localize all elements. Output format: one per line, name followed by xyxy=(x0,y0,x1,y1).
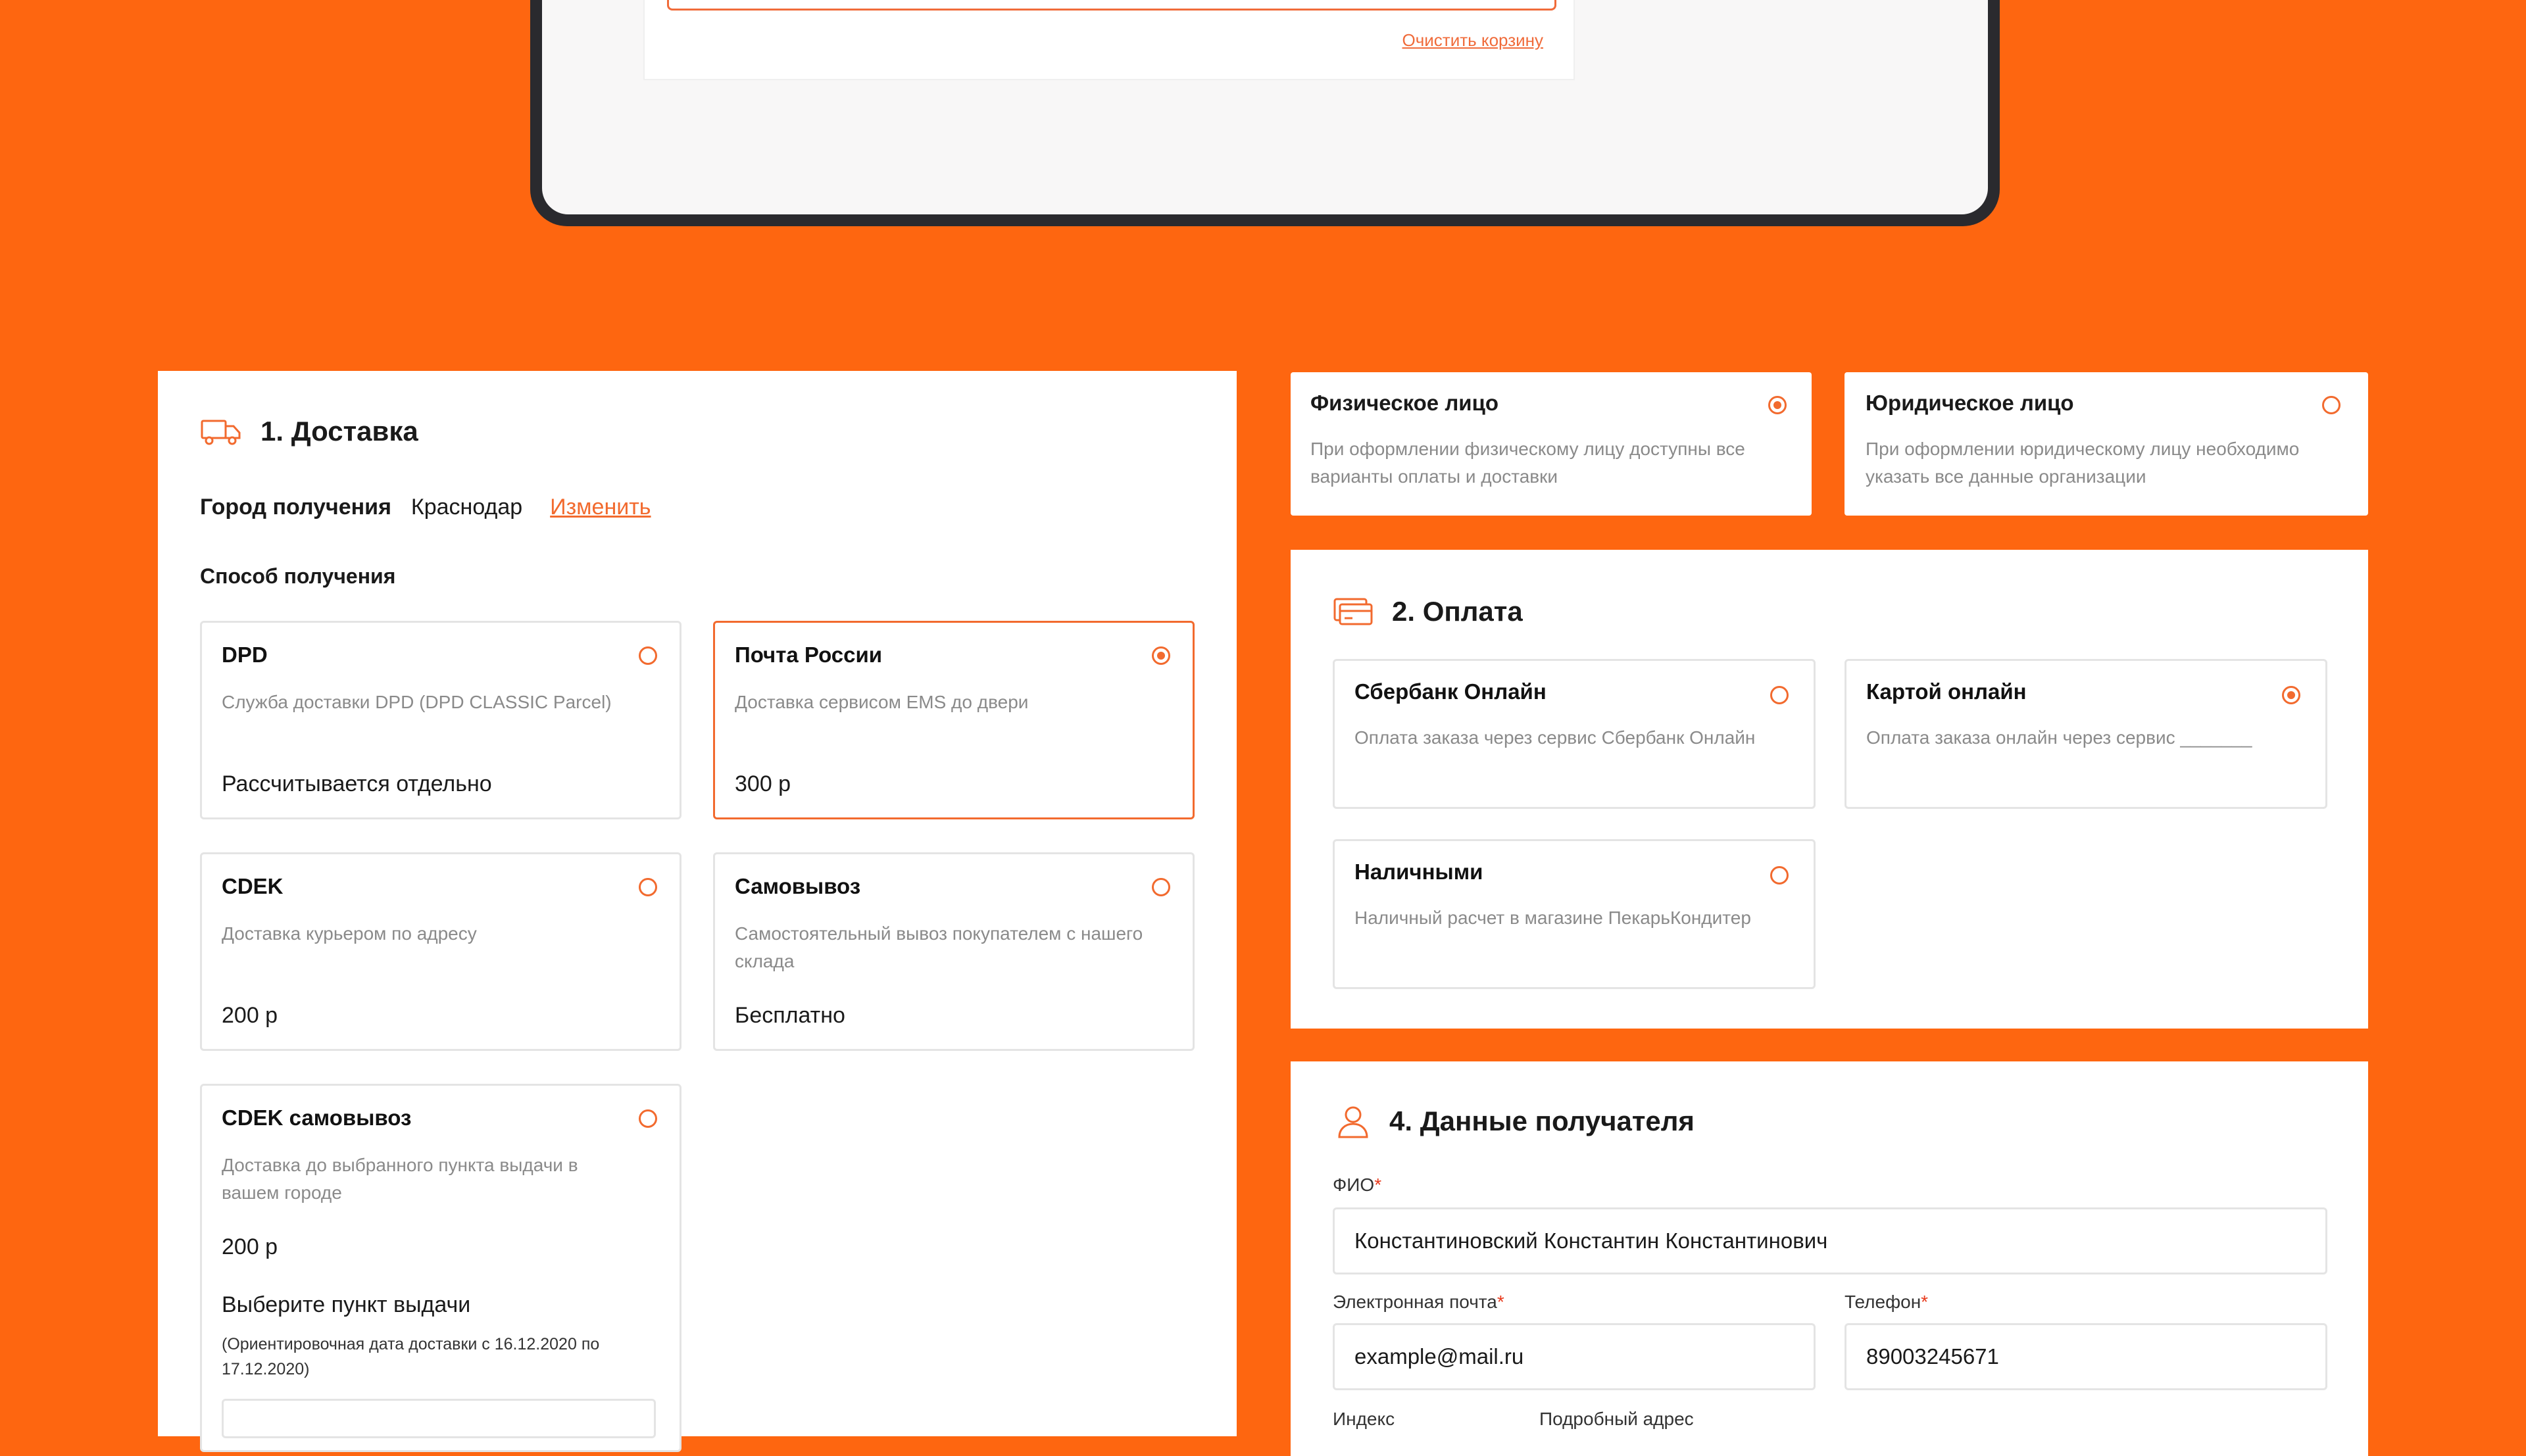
customer-type-title: Юридическое лицо xyxy=(1866,391,2074,415)
delivery-section-title: 1. Доставка xyxy=(200,416,418,447)
option-desc: Доставка до выбранного пункта выдачи в в… xyxy=(222,1155,578,1203)
fio-label-text: ФИО xyxy=(1333,1175,1375,1195)
option-price: 300 р xyxy=(735,771,791,796)
radio-individual[interactable] xyxy=(1768,396,1787,414)
delivery-panel: 1. Доставка Город получения Краснодар Из… xyxy=(158,371,1237,1452)
option-desc: Доставка курьером по адресу xyxy=(222,923,477,944)
pickup-point-label: Выберите пункт выдачи xyxy=(222,1292,471,1317)
option-title: CDEK xyxy=(222,874,284,898)
radio-cdek[interactable] xyxy=(639,878,657,896)
index-label: Индекс xyxy=(1333,1409,1395,1429)
required-mark: * xyxy=(1497,1292,1504,1312)
delivery-option-dpd[interactable]: DPD Служба доставки DPD (DPD CLASSIC Par… xyxy=(200,621,681,819)
option-title: Почта России xyxy=(735,643,883,667)
option-price: Рассчитывается отдельно xyxy=(222,771,492,796)
fio-input[interactable]: Константиновский Константин Константинов… xyxy=(1333,1207,2327,1274)
user-icon xyxy=(1335,1104,1371,1139)
pickup-date-note: (Ориентировочная дата доставки с 16.12.2… xyxy=(222,1335,600,1378)
customer-type-title: Физическое лицо xyxy=(1310,391,1499,415)
device-mockup: Очистить корзину xyxy=(530,0,2000,226)
option-price: 200 р xyxy=(222,1234,278,1259)
customer-type-legal[interactable]: Юридическое лицо При оформлении юридичес… xyxy=(1845,372,2368,516)
recipient-section-title: 4. Данные получателя xyxy=(1335,1104,1695,1139)
phone-label: Телефон* xyxy=(1845,1292,1928,1313)
option-desc: Самостоятельный вывоз покупателем с наше… xyxy=(735,923,1143,971)
required-mark: * xyxy=(1921,1292,1929,1312)
recipient-title: 4. Данные получателя xyxy=(1389,1105,1695,1136)
radio-legal[interactable] xyxy=(2322,396,2340,414)
radio-pickup[interactable] xyxy=(1152,878,1170,896)
address-label: Подробный адрес xyxy=(1539,1409,1694,1429)
radio-cash[interactable] xyxy=(1770,866,1789,885)
radio-post[interactable] xyxy=(1152,646,1170,665)
customer-type-individual[interactable]: Физическое лицо При оформлении физическо… xyxy=(1291,372,1812,516)
option-desc: Служба доставки DPD (DPD CLASSIC Parcel) xyxy=(222,692,612,712)
cart-card: Очистить корзину xyxy=(643,0,1575,80)
phone-input[interactable]: 89003245671 xyxy=(1845,1323,2327,1390)
clear-cart-link[interactable]: Очистить корзину xyxy=(1402,30,1544,51)
email-label-text: Электронная почта xyxy=(1333,1292,1497,1312)
option-title: DPD xyxy=(222,643,268,667)
payment-option-card[interactable]: Картой онлайн Оплата заказа онлайн через… xyxy=(1845,659,2327,809)
recipient-panel: 4. Данные получателя ФИО* Константиновск… xyxy=(1291,1061,2368,1456)
radio-dpd[interactable] xyxy=(639,646,657,665)
city-row: Город получения Краснодар Изменить xyxy=(200,495,651,520)
option-title: Сбербанк Онлайн xyxy=(1354,679,1547,704)
city-value: Краснодар xyxy=(410,495,523,520)
city-label: Город получения xyxy=(200,495,391,520)
radio-sberbank[interactable] xyxy=(1770,686,1789,704)
radio-card[interactable] xyxy=(2282,686,2300,704)
required-mark: * xyxy=(1374,1175,1382,1195)
wallet-icon xyxy=(1333,596,1374,627)
payment-option-sberbank[interactable]: Сбербанк Онлайн Оплата заказа через серв… xyxy=(1333,659,1816,809)
delivery-option-post[interactable]: Почта России Доставка сервисом EMS до дв… xyxy=(713,621,1195,819)
delivery-option-pickup[interactable]: Самовывоз Самостоятельный вывоз покупате… xyxy=(713,852,1195,1051)
phone-label-text: Телефон xyxy=(1845,1292,1921,1312)
option-desc: Оплата заказа онлайн через сервис ______… xyxy=(1866,727,2252,748)
payment-panel: 2. Оплата Сбербанк Онлайн Оплата заказа … xyxy=(1291,550,2368,1029)
fio-label: ФИО* xyxy=(1333,1175,1381,1196)
customer-type-desc: При оформлении физическому лицу доступны… xyxy=(1310,439,1745,487)
device-screen: Очистить корзину xyxy=(542,0,1988,214)
method-label: Способ получения xyxy=(200,564,396,588)
option-price: 200 р xyxy=(222,1003,278,1028)
option-price: Бесплатно xyxy=(735,1003,845,1028)
payment-section-title: 2. Оплата xyxy=(1333,596,1523,627)
option-title: CDEK самовывоз xyxy=(222,1105,412,1130)
delivery-option-cdek-pickup[interactable]: CDEK самовывоз Доставка до выбранного пу… xyxy=(200,1084,681,1452)
truck-icon xyxy=(200,417,242,446)
customer-type-desc: При оформлении юридическому лицу необход… xyxy=(1866,439,2300,487)
option-title: Самовывоз xyxy=(735,874,861,898)
option-desc: Оплата заказа через сервис Сбербанк Онла… xyxy=(1354,727,1756,748)
delivery-title: 1. Доставка xyxy=(260,416,418,447)
payment-title: 2. Оплата xyxy=(1392,596,1523,627)
cart-promo-input[interactable] xyxy=(667,0,1556,11)
city-change-link[interactable]: Изменить xyxy=(550,495,651,520)
option-title: Наличными xyxy=(1354,860,1483,884)
email-label: Электронная почта* xyxy=(1333,1292,1504,1313)
option-title: Картой онлайн xyxy=(1866,679,2027,704)
option-desc: Доставка сервисом EMS до двери xyxy=(735,692,1029,712)
radio-cdek-pickup[interactable] xyxy=(639,1109,657,1128)
payment-option-cash[interactable]: Наличными Наличный расчет в магазине Пек… xyxy=(1333,839,1816,989)
option-desc: Наличный расчет в магазине ПекарьКондите… xyxy=(1354,908,1751,928)
email-input[interactable]: example@mail.ru xyxy=(1333,1323,1816,1390)
delivery-option-cdek[interactable]: CDEK Доставка курьером по адресу 200 р xyxy=(200,852,681,1051)
pickup-point-select[interactable] xyxy=(222,1399,656,1438)
